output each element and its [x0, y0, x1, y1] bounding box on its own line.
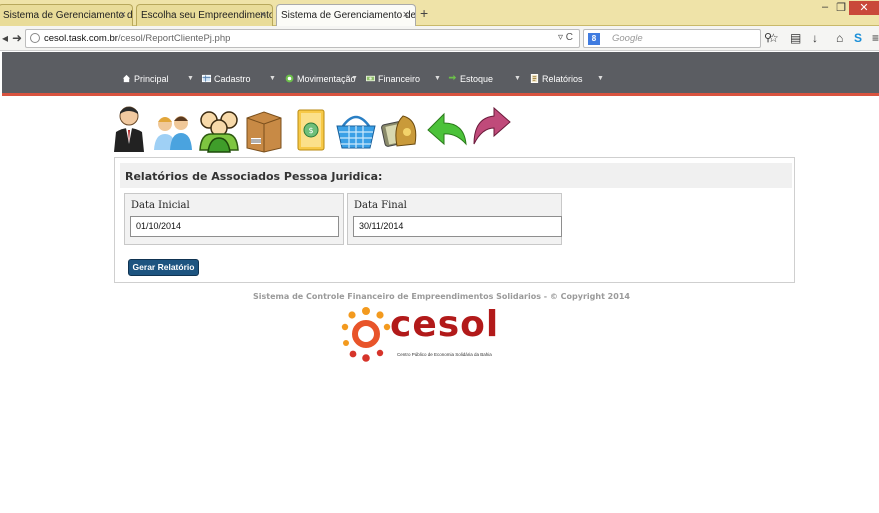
menu-label: Relatórios: [542, 74, 583, 84]
page-title: Relatórios de Associados Pessoa Juridica…: [120, 163, 792, 188]
chevron-down-icon[interactable]: ▼: [434, 75, 441, 82]
browser-tab[interactable]: Sistema de Gerenciamento de ... ×: [0, 4, 133, 26]
end-date-label: Data Final: [354, 200, 407, 211]
cycle-icon: [285, 74, 294, 83]
end-date-field[interactable]: 30/11/2014: [353, 216, 562, 237]
menu-label: Movimentação: [297, 74, 356, 84]
search-placeholder: Google: [612, 33, 643, 44]
maximize-button[interactable]: ❐: [834, 1, 848, 15]
money-bag-icon[interactable]: [379, 104, 421, 154]
cesol-logo: cesol Centro Público de Economia Solidár…: [340, 302, 510, 364]
browser-tab-active[interactable]: Sistema de Gerenciamento de ... ×: [276, 4, 416, 27]
report-icon: [530, 74, 539, 83]
menu-label: Principal: [134, 74, 169, 84]
browser-toolbar: ◂ ➜ cesol.task.com.br/cesol/ReportClient…: [0, 26, 879, 51]
menu-financeiro[interactable]: Financeiro: [366, 74, 420, 84]
url-host: cesol.task.com.br: [44, 33, 118, 44]
tab-close-icon[interactable]: ×: [403, 9, 409, 21]
businessman-icon[interactable]: [108, 104, 150, 154]
new-tab-button[interactable]: +: [420, 5, 428, 21]
chevron-down-icon[interactable]: ▼: [351, 75, 358, 82]
home-icon: [122, 74, 131, 83]
sun-logo-icon: [341, 307, 391, 362]
chevron-down-icon[interactable]: ▼: [269, 75, 276, 82]
logo-wordmark: cesol: [390, 304, 500, 345]
svg-text:$: $: [308, 126, 313, 135]
shopping-basket-icon[interactable]: [335, 104, 377, 154]
menu-relatorios[interactable]: Relatórios: [530, 74, 583, 84]
money-icon: [366, 75, 375, 82]
skype-icon[interactable]: S: [854, 31, 862, 45]
tab-title: Sistema de Gerenciamento de ...: [281, 10, 416, 21]
home-icon[interactable]: ⌂: [836, 31, 843, 45]
reload-icon[interactable]: ▿ C: [558, 32, 573, 43]
menu-label: Cadastro: [214, 74, 251, 84]
chevron-down-icon[interactable]: ▼: [597, 75, 604, 82]
close-window-button[interactable]: ✕: [849, 1, 879, 15]
arrows-icon: [448, 74, 457, 81]
footer-copyright: Sistema de Controle Financeiro de Empree…: [253, 292, 630, 301]
app-header: Principal ▼ Cadastro ▼ Movimentação ▼ Fi…: [2, 52, 879, 96]
browser-tab-strip: Sistema de Gerenciamento de ... × Escolh…: [0, 0, 879, 27]
download-icon[interactable]: ↓: [812, 31, 818, 45]
table-icon: [202, 74, 211, 83]
start-date-field[interactable]: 01/10/2014: [130, 216, 339, 237]
reading-list-icon[interactable]: ▤: [790, 31, 801, 45]
menu-movimentacao[interactable]: Movimentação: [285, 74, 356, 84]
generate-report-button[interactable]: Gerar Relatório: [128, 259, 199, 276]
forward-arrow-icon[interactable]: [470, 104, 512, 154]
menu-label: Estoque: [460, 74, 494, 84]
people-group-icon[interactable]: [198, 104, 240, 154]
google-icon: 8: [588, 33, 600, 45]
menu-principal[interactable]: Principal: [122, 74, 169, 84]
start-date-group: Data Inicial 01/10/2014: [124, 193, 344, 245]
tab-title: Sistema de Gerenciamento de ...: [3, 10, 133, 21]
people-pair-icon[interactable]: [152, 104, 194, 154]
forward-icon[interactable]: ➜: [12, 31, 22, 45]
url-path: /cesol/ReportClientePj.php: [117, 33, 231, 44]
tab-close-icon[interactable]: ×: [260, 9, 266, 21]
start-date-label: Data Inicial: [131, 200, 190, 211]
end-date-group: Data Final 30/11/2014: [347, 193, 562, 245]
menu-estoque[interactable]: Estoque: [448, 74, 493, 84]
tab-title: Escolha seu Empreendimento S...: [141, 10, 273, 21]
folder-coins-icon[interactable]: $: [290, 104, 332, 154]
menu-cadastro[interactable]: Cadastro: [202, 74, 251, 84]
minimize-button[interactable]: –: [818, 1, 832, 15]
globe-icon: [30, 33, 40, 43]
back-arrow-icon[interactable]: [426, 104, 468, 154]
chevron-down-icon[interactable]: ▼: [187, 75, 194, 82]
chevron-down-icon[interactable]: ▼: [514, 75, 521, 82]
package-box-icon[interactable]: [243, 104, 285, 154]
address-bar[interactable]: cesol.task.com.br/cesol/ReportClientePj.…: [25, 29, 580, 48]
browser-tab[interactable]: Escolha seu Empreendimento S... ×: [136, 4, 273, 26]
report-panel: Relatórios de Associados Pessoa Juridica…: [114, 157, 795, 283]
star-icon[interactable]: ☆: [768, 31, 779, 45]
menu-label: Financeiro: [378, 74, 421, 84]
tab-close-icon[interactable]: ×: [120, 9, 126, 21]
menu-icon[interactable]: ≡: [872, 31, 879, 45]
back-icon[interactable]: ◂: [2, 31, 8, 45]
search-input[interactable]: 8 Google ⚲: [583, 29, 772, 48]
logo-tagline: Centro Público de Economia Solidária da …: [397, 352, 492, 357]
